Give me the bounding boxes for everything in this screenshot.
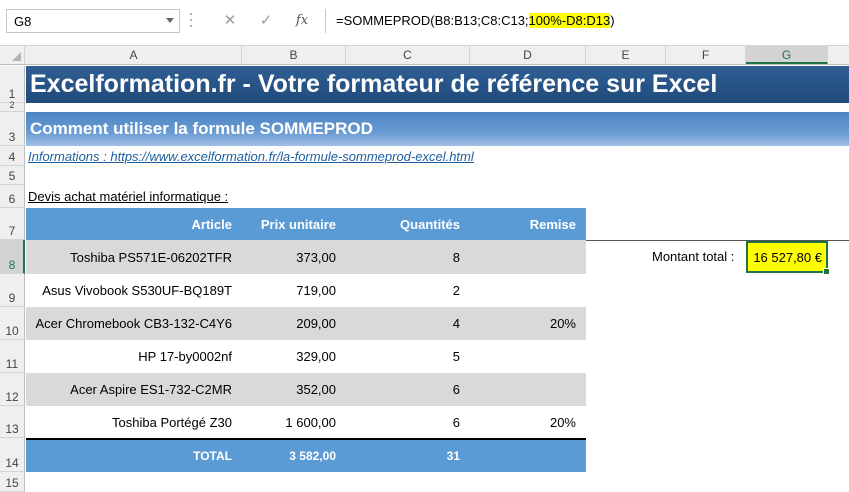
cell-remise[interactable] [470,340,586,373]
total-quantite[interactable]: 31 [346,440,470,472]
cell-prix[interactable]: 719,00 [242,274,346,307]
montant-total-cell[interactable]: 16 527,80 € [746,241,830,275]
cell-prix[interactable]: 352,00 [242,373,346,406]
column-header-g[interactable]: G [746,46,828,64]
cell-article[interactable]: Acer Chromebook CB3-132-C4Y6 [26,307,242,340]
row-header-6[interactable]: 6 [0,185,25,208]
table-total-row: TOTAL 3 582,00 31 [26,438,586,472]
row-header-9[interactable]: 9 [0,274,25,307]
total-label[interactable]: TOTAL [26,440,242,472]
table-row: Toshiba Portégé Z30 1 600,00 6 20% [26,406,586,438]
cell-prix[interactable]: 329,00 [242,340,346,373]
cell-quantite[interactable]: 4 [346,307,470,340]
table-row: Asus Vivobook S530UF-BQ189T 719,00 2 [26,274,586,307]
row-header-2[interactable]: 2 [0,101,25,112]
cell-quantite[interactable]: 2 [346,274,470,307]
header-quantites[interactable]: Quantités [346,208,470,240]
column-header-bar: A B C D E F G [0,46,849,65]
cell-article[interactable]: Acer Aspire ES1-732-C2MR [26,373,242,406]
column-header-d[interactable]: D [470,46,586,64]
table-row: Acer Aspire ES1-732-C2MR 352,00 6 [26,373,586,406]
row-header-7[interactable]: 7 [0,208,25,240]
table-row: HP 17-by0002nf 329,00 5 [26,340,586,373]
section-subtitle: Comment utiliser la formule SOMMEPROD [26,112,849,146]
cell-remise[interactable] [470,274,586,307]
cell-remise[interactable]: 20% [470,406,586,438]
cell-remise[interactable]: 20% [470,307,586,340]
cell-remise[interactable] [470,240,586,274]
montant-label: Montant total : [652,249,735,264]
header-remise[interactable]: Remise [470,208,586,240]
row-header-1[interactable]: 1 [0,66,25,103]
header-article[interactable]: Article [26,208,242,240]
info-link[interactable]: Informations : https://www.excelformatio… [28,149,474,164]
cell-article[interactable]: Asus Vivobook S530UF-BQ189T [26,274,242,307]
formula-end: ) [610,13,615,28]
devis-label: Devis achat matériel informatique : [28,189,229,204]
insert-function-icon[interactable]: fx [288,9,316,33]
total-prix[interactable]: 3 582,00 [242,440,346,472]
header-prix[interactable]: Prix unitaire [242,208,346,240]
cell-article[interactable]: Toshiba Portégé Z30 [26,406,242,438]
name-box[interactable]: G8 [6,9,180,33]
cell-article[interactable]: Toshiba PS571E-06202TFR [26,240,242,274]
column-header-e[interactable]: E [586,46,666,64]
name-box-value: G8 [14,14,32,29]
table-row: Toshiba PS571E-06202TFR 373,00 8 [26,240,586,274]
cell-remise[interactable] [470,373,586,406]
drag-handle-icon[interactable] [189,13,193,31]
column-header-c[interactable]: C [346,46,470,64]
row-header-4[interactable]: 4 [0,146,25,166]
cell-quantite[interactable]: 6 [346,373,470,406]
cell-prix[interactable]: 209,00 [242,307,346,340]
page-title: Excelformation.fr - Votre formateur de r… [26,66,849,103]
formula-bar: G8 ✕ ✓ fx =SOMMEPROD(B8:B13;C8:C13;100%-… [0,0,849,46]
cell-quantite[interactable]: 6 [346,406,470,438]
row-header-15[interactable]: 15 [0,472,25,492]
column-header-f[interactable]: F [666,46,746,64]
row-header-12[interactable]: 12 [0,373,25,406]
cell-prix[interactable]: 1 600,00 [242,406,346,438]
formula-highlight: 100%-D8:D13 [528,13,611,28]
column-header-a[interactable]: A [26,46,242,64]
chevron-down-icon[interactable] [166,18,174,23]
row-header-8[interactable]: 8 [0,240,25,274]
enter-icon[interactable]: ✓ [252,9,280,33]
table-row: Acer Chromebook CB3-132-C4Y6 209,00 4 20… [26,307,586,340]
cancel-icon[interactable]: ✕ [216,9,244,33]
row-header-3[interactable]: 3 [0,112,25,146]
formula-input[interactable]: =SOMMEPROD(B8:B13;C8:C13;100%-D8:D13) [325,9,849,33]
column-header-b[interactable]: B [242,46,346,64]
select-all-button[interactable] [0,46,25,64]
row-header-5[interactable]: 5 [0,166,25,185]
row-header-10[interactable]: 10 [0,307,25,340]
table-header-row: Article Prix unitaire Quantités Remise [26,208,586,240]
cell-article[interactable]: HP 17-by0002nf [26,340,242,373]
row-header-14[interactable]: 14 [0,438,25,472]
cell-quantite[interactable]: 5 [346,340,470,373]
formula-text: =SOMMEPROD(B8:B13;C8:C13; [336,13,529,28]
cell-prix[interactable]: 373,00 [242,240,346,274]
row-header-11[interactable]: 11 [0,340,25,373]
row-header-13[interactable]: 13 [0,406,25,438]
cell-quantite[interactable]: 8 [346,240,470,274]
